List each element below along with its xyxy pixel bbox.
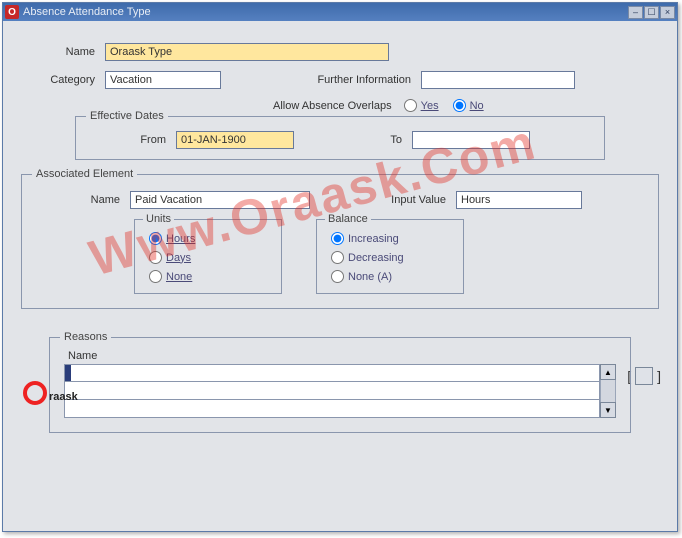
effective-dates-group: Effective Dates From To (75, 116, 605, 160)
category-field[interactable] (105, 71, 221, 89)
oracle-icon: O (5, 5, 19, 19)
assoc-name-label: Name (34, 194, 130, 206)
overlap-no-radio[interactable]: No (453, 99, 484, 112)
name-field[interactable] (105, 43, 389, 61)
eff-from-label: From (90, 134, 176, 146)
flex-button[interactable] (635, 367, 653, 385)
close-button[interactable]: × (660, 6, 675, 19)
input-value-label: Input Value (310, 194, 456, 206)
flex-bracket: [] (627, 367, 661, 385)
units-title: Units (143, 213, 174, 225)
assoc-name-field[interactable] (130, 191, 310, 209)
window-title: Absence Attendance Type (23, 6, 628, 18)
balance-decreasing-radio[interactable]: Decreasing (331, 251, 435, 264)
reasons-scrollbar[interactable]: ▲ ▼ (600, 364, 616, 418)
scroll-up-icon[interactable]: ▲ (600, 364, 616, 380)
minimize-button[interactable]: – (628, 6, 643, 19)
effective-dates-title: Effective Dates (86, 110, 168, 122)
reason-row[interactable] (64, 382, 600, 400)
maximize-button[interactable]: ☐ (644, 6, 659, 19)
units-days-radio[interactable]: Days (149, 251, 253, 264)
reasons-name-header: Name (68, 350, 616, 362)
input-value-field[interactable] (456, 191, 582, 209)
balance-group: Balance Increasing Decreasing None (A) (316, 219, 464, 294)
eff-to-field[interactable] (412, 131, 530, 149)
name-label: Name (17, 46, 105, 58)
category-label: Category (17, 74, 105, 86)
units-group: Units Hours Days None (134, 219, 282, 294)
reasons-group: Reasons Name ▲ ▼ (49, 337, 631, 433)
units-hours-radio[interactable]: Hours (149, 232, 253, 245)
content-area: Www.Oraask.Com raask Name Category Furth… (3, 21, 677, 531)
overlap-yes-radio[interactable]: Yes (404, 99, 439, 112)
associated-element-group: Associated Element Name Input Value Unit… (21, 174, 659, 309)
eff-to-label: To (294, 134, 412, 146)
titlebar[interactable]: O Absence Attendance Type – ☐ × (3, 3, 677, 21)
balance-increasing-radio[interactable]: Increasing (331, 232, 435, 245)
scroll-down-icon[interactable]: ▼ (600, 402, 616, 418)
reasons-title: Reasons (60, 331, 111, 343)
allow-overlap-label: Allow Absence Overlaps (273, 100, 392, 112)
further-info-field[interactable] (421, 71, 575, 89)
reason-row[interactable] (64, 364, 600, 382)
reason-row[interactable] (64, 400, 600, 418)
associated-element-title: Associated Element (32, 168, 137, 180)
balance-title: Balance (325, 213, 371, 225)
absence-type-window: O Absence Attendance Type – ☐ × Www.Oraa… (2, 2, 678, 532)
further-info-label: Further Information (221, 74, 421, 86)
units-none-radio[interactable]: None (149, 270, 253, 283)
balance-none-radio[interactable]: None (A) (331, 270, 435, 283)
eff-from-field[interactable] (176, 131, 294, 149)
